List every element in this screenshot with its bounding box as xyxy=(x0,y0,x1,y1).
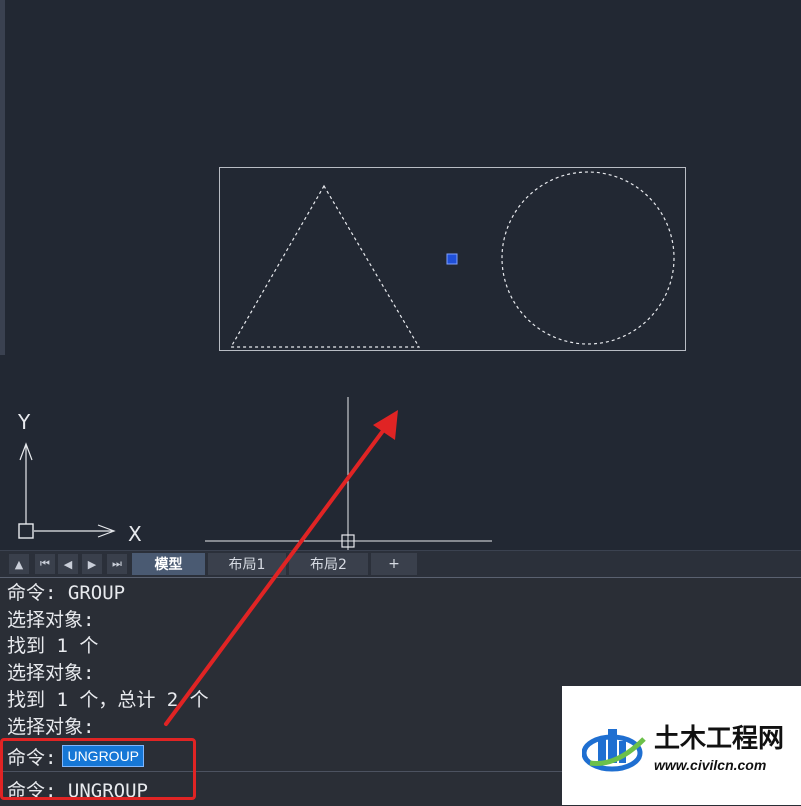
ucs-y-label: Y xyxy=(17,410,31,434)
command-history-line: 找到 1 个，总计 2 个 xyxy=(7,689,209,711)
drawing-area[interactable]: Y X xyxy=(0,0,801,550)
tab-layout1[interactable]: 布局1 xyxy=(208,553,286,575)
command-history-line: 选择对象: xyxy=(7,662,95,684)
watermark-url: www.civilcn.com xyxy=(654,757,767,773)
tab-model[interactable]: 模型 xyxy=(132,553,205,575)
prev-tab-icon[interactable]: ◀ xyxy=(58,554,78,574)
command-history-line: 命令: GROUP xyxy=(7,582,126,604)
last-tab-icon[interactable]: ⏭ xyxy=(107,554,127,574)
tab-layout2[interactable]: 布局2 xyxy=(289,553,368,575)
circle-shape[interactable] xyxy=(501,171,675,345)
drawing-canvas[interactable]: Y X xyxy=(0,0,801,550)
command-history-line: 选择对象: xyxy=(7,716,95,738)
command-history-line: 选择对象: xyxy=(7,609,95,631)
tab-scroll-up-icon[interactable]: ▲ xyxy=(9,554,29,574)
group-grip[interactable] xyxy=(446,253,458,265)
add-layout-tab[interactable]: + xyxy=(371,553,417,575)
civilcn-logo-icon xyxy=(582,728,646,771)
annotation-highlight-box xyxy=(0,738,196,800)
first-tab-icon[interactable]: ⏮ xyxy=(35,554,55,574)
ucs-x-label: X xyxy=(128,522,142,546)
layout-tab-bar: ▲ ⏮ ◀ ▶ ⏭ 模型 布局1 布局2 + xyxy=(0,550,801,577)
next-tab-icon[interactable]: ▶ xyxy=(82,554,102,574)
ucs-icon: Y X xyxy=(17,410,142,546)
watermark-title: 土木工程网 xyxy=(654,724,785,754)
command-history-line: 找到 1 个 xyxy=(7,635,99,657)
crosshair-cursor xyxy=(205,397,492,550)
triangle-shape[interactable] xyxy=(229,184,421,348)
watermark-logo: 土木工程网 www.civilcn.com xyxy=(562,686,801,805)
